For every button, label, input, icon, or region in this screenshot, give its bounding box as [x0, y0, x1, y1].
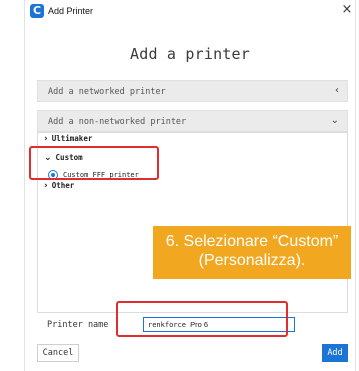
chevron-left-icon: ‹ — [335, 85, 339, 96]
non-networked-printer-section[interactable]: Add a non-networked printer ⌄ — [37, 110, 348, 132]
tree-item-label: Ultimaker — [51, 134, 93, 143]
title-bar: C Add Printer × — [25, 0, 355, 22]
printer-name-label: Printer name — [47, 320, 109, 330]
window-title: Add Printer — [48, 6, 94, 16]
page-title: Add a printer — [130, 45, 250, 63]
close-icon[interactable]: × — [339, 1, 355, 19]
chevron-down-icon: ⌄ — [330, 115, 339, 126]
cura-app-icon: C — [30, 4, 44, 18]
callout-line-2: (Personalizza). — [198, 252, 306, 269]
chevron-right-icon: › — [44, 181, 48, 191]
cancel-button[interactable]: Cancel — [37, 344, 79, 362]
custom-highlight-box — [29, 146, 159, 180]
chevron-right-icon: › — [44, 134, 48, 144]
add-printer-dialog: C Add Printer × Add a printer Add a netw… — [24, 0, 356, 371]
networked-printer-section[interactable]: Add a networked printer ‹ — [37, 80, 348, 102]
tree-item-other[interactable]: › Other — [44, 181, 74, 191]
non-networked-printer-label: Add a non-networked printer — [48, 117, 187, 127]
instruction-callout: 6. Selezionare “Custom” (Personalizza). — [153, 226, 351, 279]
callout-line-1: 6. Selezionare “Custom” — [165, 233, 339, 250]
tree-item-ultimaker[interactable]: › Ultimaker — [44, 134, 92, 144]
networked-printer-label: Add a networked printer — [48, 87, 166, 97]
add-button[interactable]: Add — [322, 344, 348, 362]
printer-name-highlight-box — [116, 301, 288, 337]
tree-item-label: Other — [51, 181, 75, 190]
